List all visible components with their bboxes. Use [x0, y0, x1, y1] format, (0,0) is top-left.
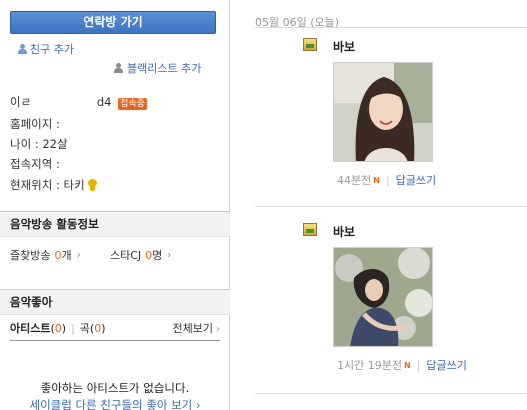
block-user-icon	[114, 63, 124, 73]
meta-separator: |	[416, 358, 421, 372]
feed-panel: 05월 06일 (오늘) 바보 44분전 N | 답글쓰기 바보 1시간 19분…	[231, 0, 527, 410]
photo-icon	[303, 38, 317, 51]
favorite-broadcasts-stat[interactable]: 즐찾방송 0개 ›	[10, 247, 81, 263]
post-divider	[255, 393, 527, 394]
star-cj-label: 스타CJ	[110, 249, 142, 262]
music-likes-header: 음악좋아	[0, 289, 230, 315]
portrait-photo-1	[334, 63, 432, 161]
artist-count: 0	[54, 322, 62, 335]
contact-room-button[interactable]: 연락방 가기	[10, 11, 216, 34]
favorite-broadcasts-count: 0	[54, 248, 62, 262]
date-divider	[255, 27, 527, 28]
post-photo[interactable]	[333, 62, 433, 162]
reply-button[interactable]: 답글쓰기	[396, 172, 436, 188]
name-row: 이ㄹ d4 접속중	[10, 94, 147, 110]
song-count: 0	[94, 322, 102, 335]
post-meta: 1시간 19분전 N | 답글쓰기	[337, 357, 467, 373]
chevron-right-icon: ›	[216, 324, 220, 335]
name-value: d4	[96, 95, 112, 109]
add-friend-label: 친구 추가	[30, 43, 74, 56]
add-blacklist-link[interactable]: 블랙리스트 추가	[114, 60, 201, 76]
online-badge: 접속중	[118, 98, 147, 110]
location-row: 현재위치 : 타키	[10, 177, 98, 193]
profile-panel: 연락방 가기 친구 추가 블랙리스트 추가 이ㄹ d4 접속중 홈페이지 : 나…	[0, 0, 230, 410]
favorite-broadcasts-unit: 개	[61, 249, 72, 262]
post-author[interactable]: 바보	[333, 38, 355, 55]
add-user-icon	[18, 44, 27, 54]
favorite-broadcasts-label: 즐찾방송	[10, 249, 51, 262]
post-time: 44분전	[337, 174, 372, 187]
tab-songs-label: 곡	[79, 322, 90, 335]
likes-divider	[10, 340, 220, 341]
new-badge: N	[373, 175, 380, 185]
homepage-row: 홈페이지 :	[10, 117, 60, 131]
view-all-label: 전체보기	[172, 322, 213, 335]
post-photo[interactable]	[333, 247, 433, 347]
region-row: 접속지역 :	[10, 157, 60, 171]
add-blacklist-label: 블랙리스트 추가	[127, 62, 202, 75]
tab-separator: |	[71, 321, 75, 335]
chevron-right-icon: ›	[76, 249, 81, 261]
location-text: 현재위치 : 타키	[10, 178, 85, 192]
add-friend-link[interactable]: 친구 추가	[18, 41, 74, 57]
post-divider	[255, 206, 527, 207]
view-friends-likes-link[interactable]: 세이클럽 다른 친구들의 좋아 보기 ›	[0, 397, 230, 410]
view-all-link[interactable]: 전체보기 ›	[173, 320, 220, 336]
reply-button[interactable]: 답글쓰기	[426, 357, 466, 373]
photo-icon	[303, 223, 317, 236]
post-author[interactable]: 바보	[333, 223, 355, 240]
chevron-right-icon: ›	[167, 249, 172, 261]
music-activity-header: 음악방송 활동정보	[0, 211, 230, 237]
taki-character-icon	[87, 179, 98, 191]
star-cj-unit: 명	[152, 249, 163, 262]
tab-songs[interactable]: 곡(0)	[80, 320, 106, 336]
empty-artists-message: 좋아하는 아티스트가 없습니다.	[40, 381, 190, 395]
age-row: 나이 : 22살	[10, 137, 68, 151]
meta-separator: |	[385, 173, 390, 187]
tab-artists[interactable]: 아티스트(0)	[10, 320, 66, 336]
post-time: 1시간 19분전	[337, 359, 402, 372]
star-cj-stat[interactable]: 스타CJ 0명 ›	[110, 247, 171, 263]
portrait-photo-2	[334, 248, 432, 346]
new-badge: N	[403, 360, 411, 370]
name-label: 이ㄹ	[10, 95, 32, 109]
post-meta: 44분전 N | 답글쓰기	[337, 172, 436, 188]
star-cj-count: 0	[145, 248, 153, 262]
tab-artists-label: 아티스트	[10, 322, 51, 335]
likes-tabs: 아티스트(0) | 곡(0) 전체보기 ›	[10, 320, 220, 336]
